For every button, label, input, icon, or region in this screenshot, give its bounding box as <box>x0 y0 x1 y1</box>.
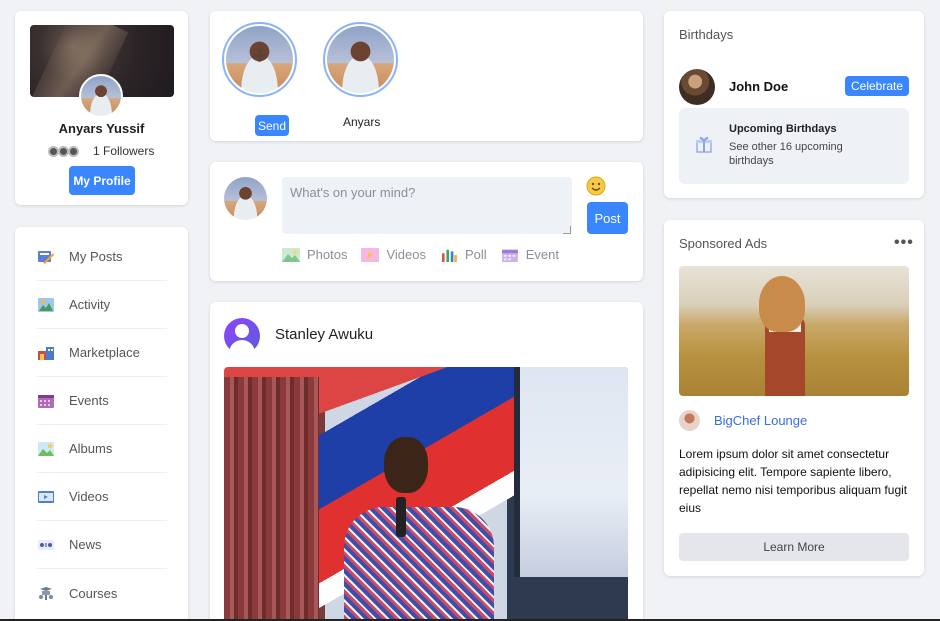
composer-avatar <box>224 177 267 220</box>
story-avatar-ring[interactable] <box>323 22 398 97</box>
sidebar-item-events[interactable]: Events <box>37 377 167 425</box>
story-item[interactable]: Anyars <box>323 22 398 132</box>
story-label: Anyars <box>343 115 381 129</box>
sidebar-nav: My Posts Activity Marketplace Events Alb… <box>15 227 188 621</box>
add-poll-button[interactable]: Poll <box>440 247 487 262</box>
birthday-person-name[interactable]: John Doe <box>729 79 788 94</box>
add-videos-button[interactable]: Videos <box>361 247 426 262</box>
posts-icon <box>38 250 54 264</box>
media-label: Poll <box>465 247 487 262</box>
celebrate-button[interactable]: Celebrate <box>845 76 909 96</box>
feed-post: Stanley Awuku <box>210 302 643 621</box>
photos-icon <box>282 247 300 262</box>
post-image[interactable] <box>224 367 628 621</box>
learn-more-button[interactable]: Learn More <box>679 533 909 561</box>
sponsored-ads-card: Sponsored Ads ••• BigChef Lounge Lorem i… <box>664 220 924 576</box>
plus-icon: + <box>252 40 268 70</box>
albums-icon <box>38 441 54 456</box>
events-icon <box>38 394 54 408</box>
image-curtain <box>224 377 319 621</box>
stories-card: + Send Anyars <box>210 11 643 141</box>
more-options-icon[interactable]: ••• <box>894 234 914 252</box>
follower-avatars <box>48 145 79 157</box>
brand-avatar[interactable] <box>679 410 700 431</box>
birthdays-card: Birthdays John Doe Celebrate Upcoming Bi… <box>664 11 924 198</box>
ad-image-figure-hair <box>759 276 805 332</box>
videos-icon <box>38 490 54 503</box>
sidebar-item-courses[interactable]: Courses <box>37 569 167 617</box>
upcoming-birthdays[interactable]: Upcoming Birthdays See other 16 upcoming… <box>679 108 909 184</box>
follower-avatar <box>68 145 79 157</box>
ad-image[interactable] <box>679 266 909 396</box>
poll-icon <box>442 249 457 262</box>
story-create[interactable]: + Send <box>222 22 297 136</box>
gift-icon <box>696 136 712 153</box>
event-icon <box>501 249 518 262</box>
media-label: Videos <box>386 247 426 262</box>
profile-avatar[interactable] <box>79 74 123 118</box>
post-composer: Post Photos Videos Poll Event <box>210 162 643 281</box>
image-projector-screen <box>514 367 628 577</box>
profile-card: Anyars Yussif 1 Followers My Profile <box>15 11 188 205</box>
sidebar-item-albums[interactable]: Albums <box>37 425 167 473</box>
sidebar-item-label: Marketplace <box>69 345 140 360</box>
image-speaker <box>344 437 504 621</box>
profile-name[interactable]: Anyars Yussif <box>15 121 188 136</box>
post-button[interactable]: Post <box>587 202 628 234</box>
sidebar-item-label: News <box>69 537 102 552</box>
upcoming-birthdays-text: See other 16 upcoming birthdays <box>729 141 843 167</box>
image-microphone <box>396 497 406 537</box>
ad-description: Lorem ipsum dolor sit amet consectetur a… <box>679 447 908 515</box>
media-options: Photos Videos Poll Event <box>282 247 573 262</box>
image-speaker-shirt <box>344 507 494 621</box>
sidebar-item-label: Albums <box>69 441 113 456</box>
resize-handle[interactable] <box>563 226 571 234</box>
sidebar-item-my-posts[interactable]: My Posts <box>37 233 167 281</box>
user-avatar-icon[interactable] <box>224 318 260 356</box>
upcoming-birthdays-title: Upcoming Birthdays <box>729 123 837 135</box>
sidebar-item-label: Activity <box>69 297 111 312</box>
birthday-avatar[interactable] <box>679 69 715 105</box>
activity-icon <box>38 297 54 312</box>
videos-icon <box>361 247 380 262</box>
emoji-icon[interactable] <box>586 176 606 196</box>
courses-icon <box>39 587 53 600</box>
sidebar-item-news[interactable]: News <box>37 521 167 569</box>
sidebar-item-label: My Posts <box>69 249 123 264</box>
marketplace-icon <box>38 346 54 360</box>
news-icon <box>38 539 54 550</box>
birthdays-title: Birthdays <box>679 27 734 42</box>
brand-link[interactable]: BigChef Lounge <box>714 413 807 428</box>
media-label: Event <box>525 247 559 262</box>
add-photos-button[interactable]: Photos <box>282 247 347 262</box>
sidebar-item-label: Events <box>69 393 109 408</box>
post-text-input[interactable] <box>282 177 572 234</box>
story-avatar <box>327 26 394 93</box>
image-speaker-head <box>384 437 428 493</box>
sidebar-item-videos[interactable]: Videos <box>37 473 167 521</box>
followers-row: 1 Followers <box>48 144 154 158</box>
media-label: Photos <box>307 247 348 262</box>
sidebar-item-activity[interactable]: Activity <box>37 281 167 329</box>
my-profile-button[interactable]: My Profile <box>69 166 135 195</box>
post-author-name[interactable]: Stanley Awuku <box>275 326 373 343</box>
add-event-button[interactable]: Event <box>501 247 559 262</box>
send-story-button[interactable]: Send <box>255 115 289 136</box>
sidebar-item-label: Courses <box>69 585 118 601</box>
sidebar-item-label: Videos <box>69 489 109 504</box>
followers-count[interactable]: 1 Followers <box>93 144 154 158</box>
sponsored-ads-title: Sponsored Ads <box>679 236 768 251</box>
sidebar-item-marketplace[interactable]: Marketplace <box>37 329 167 377</box>
